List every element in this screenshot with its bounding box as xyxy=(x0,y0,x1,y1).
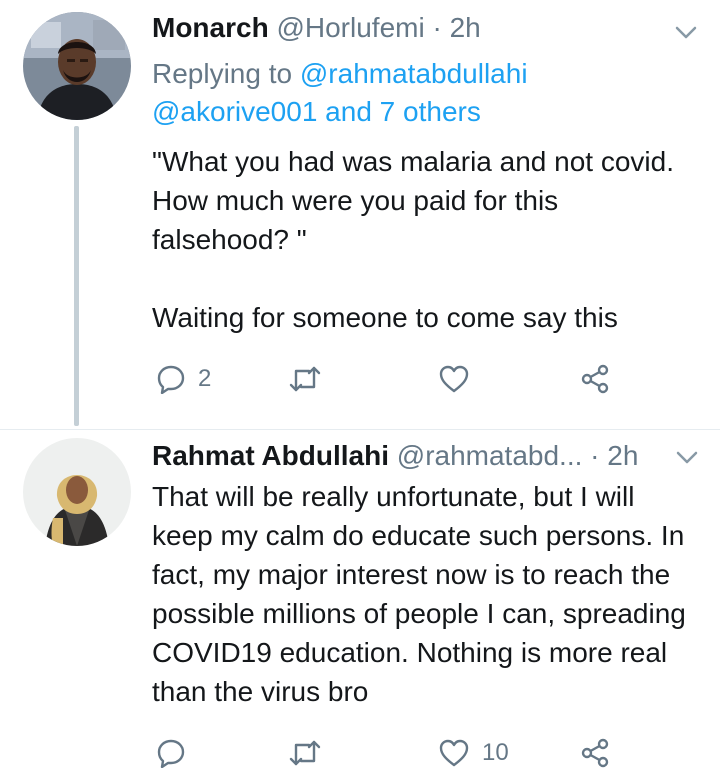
display-name[interactable]: Monarch xyxy=(152,12,269,43)
tweet-monarch[interactable]: Monarch @Horlufemi · 2h Replying to @rah… xyxy=(0,0,720,430)
tweet-header: Rahmat Abdullahi @rahmatabd... · 2h xyxy=(152,438,638,474)
separator-dot: · xyxy=(590,440,600,471)
mention-others-link[interactable]: @akorive001 and 7 others xyxy=(152,96,481,127)
share-button[interactable] xyxy=(580,359,610,399)
tweet-text-paragraph: "What you had was malaria and not covid.… xyxy=(152,146,674,255)
retweet-button[interactable] xyxy=(288,733,334,773)
tweet-rahmat[interactable]: Rahmat Abdullahi @rahmatabd... · 2h That… xyxy=(0,430,720,775)
chevron-down-icon[interactable] xyxy=(675,26,697,40)
reply-button[interactable]: 2 xyxy=(156,359,211,399)
reply-button[interactable] xyxy=(156,733,198,773)
like-button[interactable] xyxy=(438,359,482,399)
heart-icon xyxy=(439,739,469,767)
share-icon xyxy=(581,364,609,394)
like-count: 10 xyxy=(482,739,509,766)
chevron-down-icon[interactable] xyxy=(676,451,698,465)
tweet-text-paragraph: That will be really unfortunate, but I w… xyxy=(152,481,686,707)
reply-icon xyxy=(157,365,185,394)
share-icon xyxy=(581,738,609,768)
like-button[interactable]: 10 xyxy=(438,733,509,773)
tweet-header: Monarch @Horlufemi · 2h xyxy=(152,10,481,46)
avatar-rahmat[interactable] xyxy=(23,438,131,546)
mention-link[interactable]: @rahmatabdullahi xyxy=(300,58,528,89)
timestamp[interactable]: 2h xyxy=(450,12,481,43)
share-button[interactable] xyxy=(580,733,610,773)
tweet-actions: 2 xyxy=(152,359,652,399)
user-handle[interactable]: @Horlufemi xyxy=(276,12,424,43)
replying-to: Replying to @rahmatabdullahi @akorive001… xyxy=(152,55,692,131)
tweet-actions: 10 xyxy=(152,733,652,773)
heart-icon xyxy=(439,365,469,393)
tweet-text: That will be really unfortunate, but I w… xyxy=(152,477,702,711)
retweet-button[interactable] xyxy=(288,359,334,399)
thread-connector-line xyxy=(74,126,79,426)
tweet-text: "What you had was malaria and not covid.… xyxy=(152,142,702,337)
tweet-text-paragraph: Waiting for someone to come say this xyxy=(152,302,618,333)
display-name[interactable]: Rahmat Abdullahi xyxy=(152,440,389,471)
separator-dot: · xyxy=(432,12,442,43)
reply-icon xyxy=(157,739,185,768)
reply-count: 2 xyxy=(198,365,212,392)
avatar-monarch[interactable] xyxy=(23,12,131,120)
conversation-thread: Monarch @Horlufemi · 2h Replying to @rah… xyxy=(0,0,720,775)
user-handle[interactable]: @rahmatabd... xyxy=(397,440,583,471)
retweet-icon xyxy=(289,740,321,766)
timestamp[interactable]: 2h xyxy=(607,440,638,471)
retweet-icon xyxy=(289,366,321,392)
replying-prefix: Replying to xyxy=(152,58,293,89)
